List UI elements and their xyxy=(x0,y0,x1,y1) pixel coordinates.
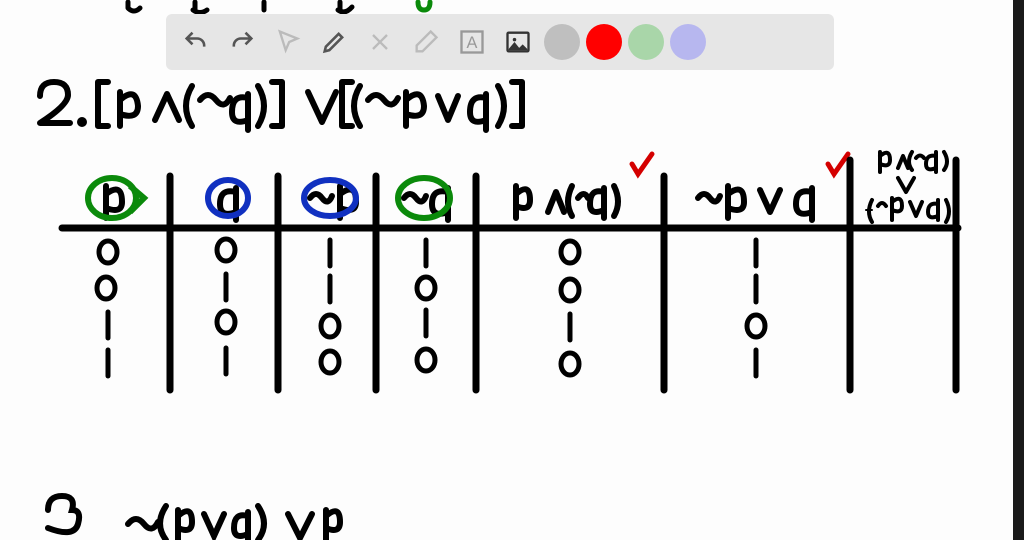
handwriting-layer xyxy=(0,0,1024,540)
pen-tool[interactable] xyxy=(314,22,354,62)
whiteboard-canvas[interactable]: A 2. [p ∧ (~q)] ∨ [(~p ∨ q)] p q ~p ~q p… xyxy=(0,0,1024,540)
text-tool[interactable]: A xyxy=(452,22,492,62)
color-swatch-green[interactable] xyxy=(628,24,664,60)
tools-button[interactable] xyxy=(360,22,400,62)
image-tool[interactable] xyxy=(498,22,538,62)
undo-button[interactable] xyxy=(176,22,216,62)
redo-button[interactable] xyxy=(222,22,262,62)
svg-text:A: A xyxy=(467,34,478,52)
eraser-tool[interactable] xyxy=(406,22,446,62)
pointer-tool[interactable] xyxy=(268,22,308,62)
drawing-toolbar: A xyxy=(166,14,834,70)
color-swatch-purple[interactable] xyxy=(670,24,706,60)
color-swatch-grey[interactable] xyxy=(544,24,580,60)
color-swatch-red[interactable] xyxy=(586,24,622,60)
